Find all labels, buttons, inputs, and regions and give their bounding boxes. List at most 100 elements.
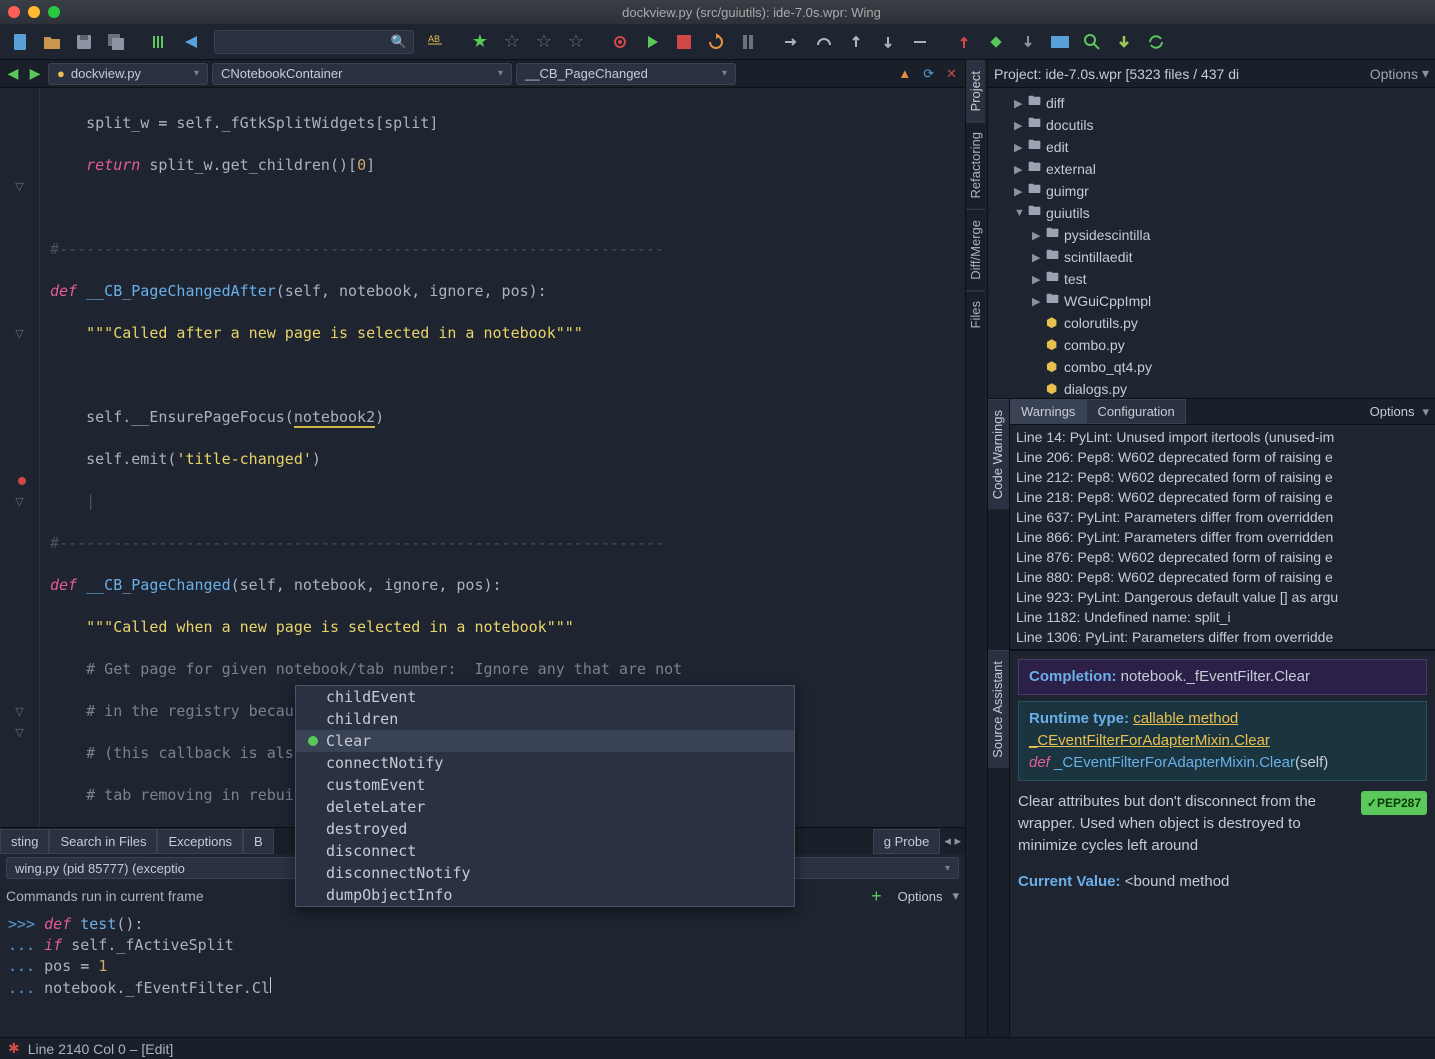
gutter[interactable]: ▽ ▽ ▽ ▽▽: [0, 88, 40, 827]
warning-item[interactable]: Line 880: Pep8: W602 deprecated form of …: [1016, 567, 1429, 587]
completion-item[interactable]: connectNotify: [296, 752, 794, 774]
options-link[interactable]: Options: [898, 889, 943, 904]
tree-item[interactable]: ▶🖿diff: [988, 92, 1435, 114]
tree-item[interactable]: ▶🖿scintillaedit: [988, 246, 1435, 268]
step-into-icon[interactable]: [778, 28, 806, 56]
bookmark-prev-icon[interactable]: ☆: [498, 28, 526, 56]
completion-item[interactable]: Clear: [296, 730, 794, 752]
down-arrow-icon[interactable]: [1110, 28, 1138, 56]
save-icon[interactable]: [70, 28, 98, 56]
warnings-options[interactable]: Options: [1362, 404, 1423, 419]
class-selector[interactable]: CNotebookContainer▾: [212, 63, 512, 85]
bookmark-add-icon[interactable]: ★: [466, 28, 494, 56]
tree-item[interactable]: ▶🖿pysidescintilla: [988, 224, 1435, 246]
down-frame-icon[interactable]: [1014, 28, 1042, 56]
breakpoint-icon[interactable]: [18, 477, 26, 485]
vtab-code-warnings[interactable]: Code Warnings: [988, 399, 1009, 509]
zoom-window[interactable]: [48, 6, 60, 18]
sa-runtime-link2[interactable]: _CEventFilterForAdapterMixin.Clear: [1029, 732, 1270, 749]
run-to-icon[interactable]: [906, 28, 934, 56]
tree-item[interactable]: ⬢combo_qt4.py: [988, 356, 1435, 378]
vtab-diffmerge[interactable]: Diff/Merge: [966, 209, 985, 290]
warnings-list[interactable]: Line 14: PyLint: Unused import itertools…: [1010, 425, 1435, 649]
tree-item[interactable]: ⬢colorutils.py: [988, 312, 1435, 334]
tab-exceptions[interactable]: Exceptions: [157, 829, 243, 854]
save-all-icon[interactable]: [102, 28, 130, 56]
completion-item[interactable]: disconnectNotify: [296, 862, 794, 884]
find-icon[interactable]: [1078, 28, 1106, 56]
vtab-project[interactable]: Project: [966, 60, 985, 121]
vtab-source-assistant[interactable]: Source Assistant: [988, 650, 1009, 768]
tree-item[interactable]: ▶🖿guimgr: [988, 180, 1435, 202]
minimize-window[interactable]: [28, 6, 40, 18]
tab-configuration[interactable]: Configuration: [1086, 399, 1185, 424]
nav-back-icon[interactable]: ◀: [4, 65, 22, 83]
warning-item[interactable]: Line 212: Pep8: W602 deprecated form of …: [1016, 467, 1429, 487]
warning-item[interactable]: Line 218: Pep8: W602 deprecated form of …: [1016, 487, 1429, 507]
record-icon[interactable]: [606, 28, 634, 56]
open-folder-icon[interactable]: [38, 28, 66, 56]
close-window[interactable]: [8, 6, 20, 18]
tree-item[interactable]: ▶🖿test: [988, 268, 1435, 290]
warning-item[interactable]: Line 866: PyLint: Parameters differ from…: [1016, 527, 1429, 547]
warning-item[interactable]: Line 876: Pep8: W602 deprecated form of …: [1016, 547, 1429, 567]
tab-warnings[interactable]: Warnings: [1010, 399, 1086, 424]
sync-icon[interactable]: ⟳: [923, 66, 934, 82]
tree-item[interactable]: ⬢dialogs.py: [988, 378, 1435, 398]
replace-icon[interactable]: AB: [422, 28, 450, 56]
bookmark-list-icon[interactable]: ☆: [562, 28, 590, 56]
goto-icon[interactable]: [178, 28, 206, 56]
tabs-scroll-icon[interactable]: ◂ ▸: [940, 833, 965, 849]
pause-icon[interactable]: [734, 28, 762, 56]
tab-search[interactable]: Search in Files: [49, 829, 157, 854]
project-tree[interactable]: ▶🖿diff▶🖿docutils▶🖿edit▶🖿external▶🖿guimgr…: [988, 88, 1435, 398]
debug-console[interactable]: >>> def test(): ... if self._fActiveSpli…: [0, 910, 965, 1003]
bookmark-next-icon[interactable]: ☆: [530, 28, 558, 56]
warning-item[interactable]: Line 1182: Undefined name: split_i: [1016, 607, 1429, 627]
tab-bookmarks[interactable]: B: [243, 829, 274, 854]
completion-item[interactable]: customEvent: [296, 774, 794, 796]
completion-item[interactable]: dumpObjectInfo: [296, 884, 794, 906]
method-selector[interactable]: __CB_PageChanged▾: [516, 63, 736, 85]
run-icon[interactable]: [638, 28, 666, 56]
step-out-icon[interactable]: [842, 28, 870, 56]
new-file-icon[interactable]: [6, 28, 34, 56]
tree-item[interactable]: ▶🖿edit: [988, 136, 1435, 158]
tree-item[interactable]: ▶🖿WGuiCppImpl: [988, 290, 1435, 312]
restart-icon[interactable]: [702, 28, 730, 56]
step-over-icon[interactable]: [810, 28, 838, 56]
add-icon[interactable]: +: [871, 886, 882, 907]
warning-item[interactable]: Line 923: PyLint: Dangerous default valu…: [1016, 587, 1429, 607]
stop-icon[interactable]: [670, 28, 698, 56]
warning-icon[interactable]: ▲: [898, 66, 911, 81]
tree-item[interactable]: ▼🖿guiutils: [988, 202, 1435, 224]
search-box[interactable]: 🔍: [214, 30, 414, 54]
completion-item[interactable]: destroyed: [296, 818, 794, 840]
tree-item[interactable]: ⬢combo.py: [988, 334, 1435, 356]
nav-fwd-icon[interactable]: ▶: [26, 65, 44, 83]
indent-icon[interactable]: [146, 28, 174, 56]
warning-item[interactable]: Line 637: PyLint: Parameters differ from…: [1016, 507, 1429, 527]
completion-item[interactable]: deleteLater: [296, 796, 794, 818]
refresh-icon[interactable]: [1142, 28, 1170, 56]
continue-icon[interactable]: [874, 28, 902, 56]
tree-item[interactable]: ▶🖿external: [988, 158, 1435, 180]
project-options[interactable]: Options: [1370, 66, 1418, 82]
completion-item[interactable]: disconnect: [296, 840, 794, 862]
completion-item[interactable]: childEvent: [296, 686, 794, 708]
warning-item[interactable]: Line 1306: PyLint: Parameters differ fro…: [1016, 627, 1429, 647]
warning-item[interactable]: Line 206: Pep8: W602 deprecated form of …: [1016, 447, 1429, 467]
current-frame-icon[interactable]: [982, 28, 1010, 56]
close-tab-icon[interactable]: ✕: [946, 66, 957, 82]
tree-item[interactable]: ▶🖿docutils: [988, 114, 1435, 136]
warning-item[interactable]: Line 14: PyLint: Unused import itertools…: [1016, 427, 1429, 447]
up-frame-icon[interactable]: [950, 28, 978, 56]
sa-runtime-link[interactable]: callable method: [1133, 710, 1238, 727]
breakpoints-icon[interactable]: [1046, 28, 1074, 56]
tab-testing[interactable]: sting: [0, 829, 49, 854]
completion-item[interactable]: children: [296, 708, 794, 730]
file-selector[interactable]: ●dockview.py▾: [48, 63, 208, 85]
bug-icon[interactable]: ✱: [8, 1040, 20, 1057]
tab-debug-probe[interactable]: g Probe: [873, 829, 941, 854]
vtab-files[interactable]: Files: [966, 290, 985, 338]
